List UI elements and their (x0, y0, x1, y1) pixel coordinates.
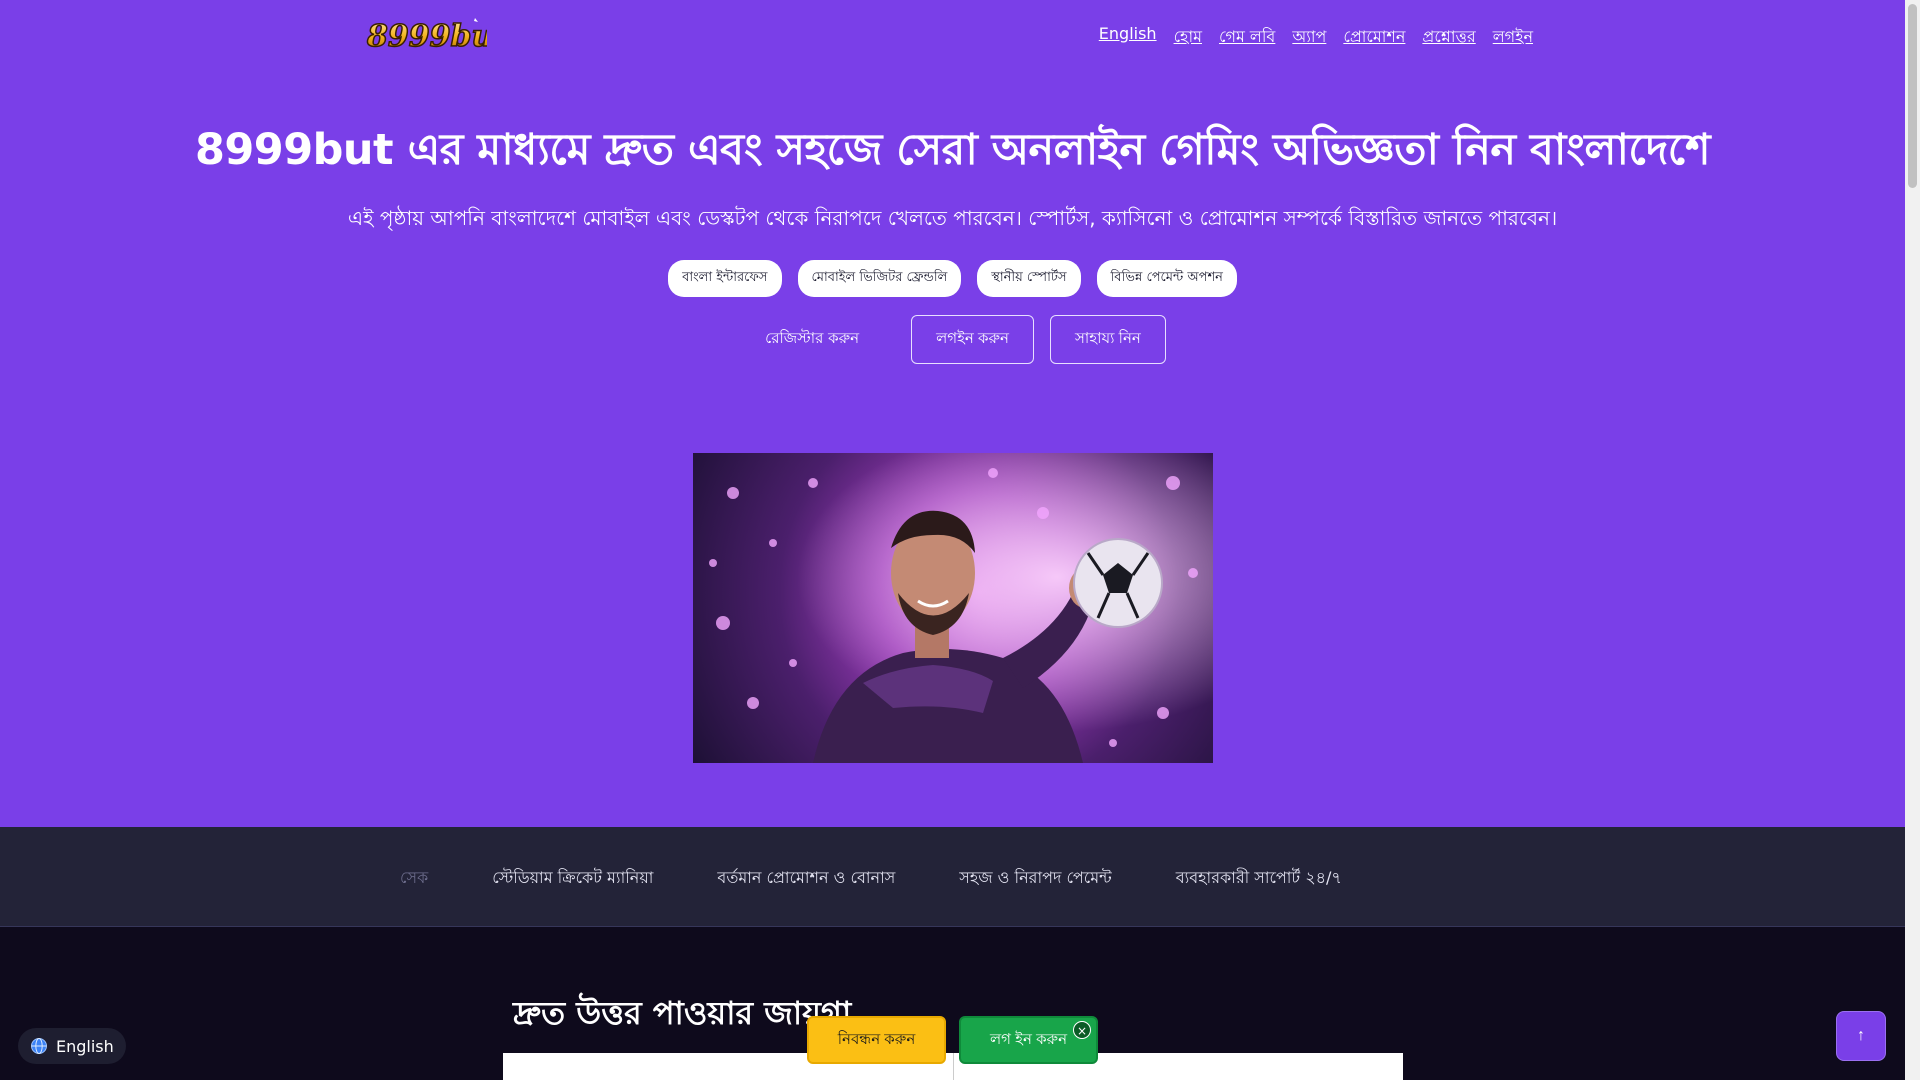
globe-icon (31, 1038, 47, 1054)
nav-app[interactable]: অ্যাপ (1292, 24, 1326, 51)
feature-chips: বাংলা ইন্টারফেস মোবাইল ভিজিটর ফ্রেন্ডলি … (0, 260, 1905, 297)
page-scrollbar[interactable] (1905, 0, 1920, 1080)
help-button[interactable]: সাহায্য নিন (1050, 315, 1166, 364)
language-label: English (56, 1036, 114, 1056)
chip-mobile-friendly: মোবাইল ভিজিটর ফ্রেন্ডলি (797, 260, 962, 297)
brand-logo[interactable]: 8999but (363, 12, 508, 60)
chip-local-sports: স্থানীয় স্পোর্টস (977, 260, 1081, 297)
feature-ticker: সেক স্টেডিয়াম ক্রিকেট ম্যানিয়া বর্তমান… (0, 827, 1905, 927)
faq-section-title: দ্রুত উত্তর পাওয়ার জায়গা (513, 994, 852, 1032)
login-button[interactable]: লগইন করুন (911, 315, 1035, 364)
floating-register-button[interactable]: নিবন্ধন করুন (807, 1016, 946, 1064)
nav-login[interactable]: লগইন (1493, 24, 1533, 51)
hero-football-image (693, 453, 1213, 763)
ticker-item: স্টেডিয়াম ক্রিকেট ম্যানিয়া (492, 868, 654, 887)
nav-game-lobby[interactable]: গেম লবি (1219, 24, 1275, 51)
ticker-item: সেক (400, 868, 429, 887)
main-nav: English হোম গেম লবি অ্যাপ প্রোমোশন প্রশ্… (1099, 24, 1533, 51)
nav-language[interactable]: English (1099, 24, 1157, 51)
svg-text:8999but: 8999but (366, 19, 487, 54)
nav-promotion[interactable]: প্রোমোশন (1343, 24, 1405, 51)
faq-card (503, 1053, 1403, 1080)
back-to-top-button[interactable]: ↑ (1836, 1011, 1886, 1061)
close-icon[interactable]: × (1073, 1021, 1091, 1039)
nav-home[interactable]: হোম (1174, 24, 1202, 51)
register-link[interactable]: রেজিস্টার করুন (739, 317, 885, 362)
card-divider (953, 1053, 954, 1080)
hero-title: 8999but এর মাধ্যমে দ্রুত এবং সহজে সেরা অ… (194, 125, 1711, 175)
nav-faq[interactable]: প্রশ্নোত্তর (1422, 24, 1475, 51)
ticker-item: বর্তমান প্রোমোশন ও বোনাস (717, 868, 896, 887)
top-navbar: 8999but English হোম গেম লবি অ্যাপ প্রোমো… (0, 0, 1905, 70)
scrollbar-thumb[interactable] (1908, 4, 1917, 188)
logo-wordmark-icon: 8999but (365, 18, 508, 55)
football-player-illustration (693, 453, 1213, 763)
hero-subtitle: এই পৃষ্ঠায় আপনি বাংলাদেশে মোবাইল এবং ডে… (347, 206, 1558, 230)
hero-cta-row: রেজিস্টার করুন লগইন করুন সাহায্য নিন (0, 315, 1905, 364)
chip-bangla-interface: বাংলা ইন্টারফেস (668, 260, 782, 297)
ticker-item: সহজ ও নিরাপদ পেমেন্ট (959, 868, 1112, 887)
ticker-item: ব্যবহারকারী সাপোর্ট ২৪/৭ (1175, 868, 1342, 887)
chip-payment-options: বিভিন্ন পেমেন্ট অপশন (1096, 260, 1237, 297)
language-switcher[interactable]: English (18, 1028, 126, 1064)
hero-section: 8999but English হোম গেম লবি অ্যাপ প্রোমো… (0, 0, 1905, 827)
